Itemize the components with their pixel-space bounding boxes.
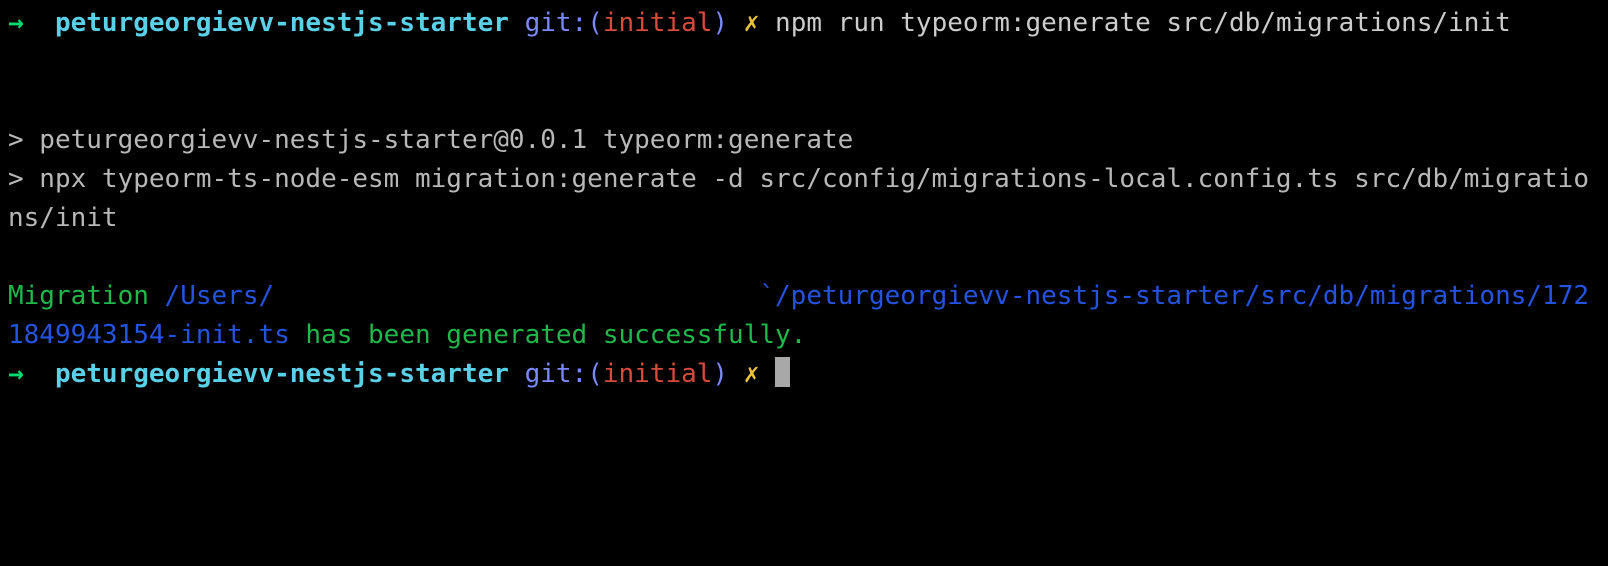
prompt-arrow-icon: → (8, 8, 55, 38)
blank-line (8, 43, 1600, 82)
git-label: git:( (509, 8, 603, 38)
prompt-line-1: → peturgeorgievv-nestjs-starter git:(ini… (8, 4, 1600, 43)
npm-output-header: > peturgeorgievv-nestjs-starter@0.0.1 ty… (8, 121, 1600, 160)
result-path-redacted: ` (274, 281, 775, 311)
dirty-indicator-icon: ✗ (728, 8, 775, 38)
git-label: git:( (509, 359, 603, 389)
git-close: ) (712, 359, 728, 389)
npm-output-command: > npx typeorm-ts-node-esm migration:gene… (8, 160, 1600, 238)
migration-result: Migration /Users/ `/peturgeorgievv-nestj… (8, 277, 1600, 355)
result-path-users: /Users/ (165, 281, 275, 311)
command-text: npm run typeorm:generate src/db/migratio… (775, 8, 1511, 38)
blank-line (8, 82, 1600, 121)
terminal[interactable]: → peturgeorgievv-nestjs-starter git:(ini… (8, 4, 1600, 394)
git-close: ) (712, 8, 728, 38)
git-branch: initial (603, 8, 713, 38)
current-directory: peturgeorgievv-nestjs-starter (55, 359, 509, 389)
result-suffix: has been generated successfully. (290, 320, 807, 350)
prompt-arrow-icon: → (8, 359, 55, 389)
cursor-icon[interactable] (775, 357, 790, 387)
result-prefix: Migration (8, 281, 165, 311)
dirty-indicator-icon: ✗ (728, 359, 775, 389)
prompt-line-2: → peturgeorgievv-nestjs-starter git:(ini… (8, 355, 1600, 394)
blank-line (8, 238, 1600, 277)
git-branch: initial (603, 359, 713, 389)
current-directory: peturgeorgievv-nestjs-starter (55, 8, 509, 38)
